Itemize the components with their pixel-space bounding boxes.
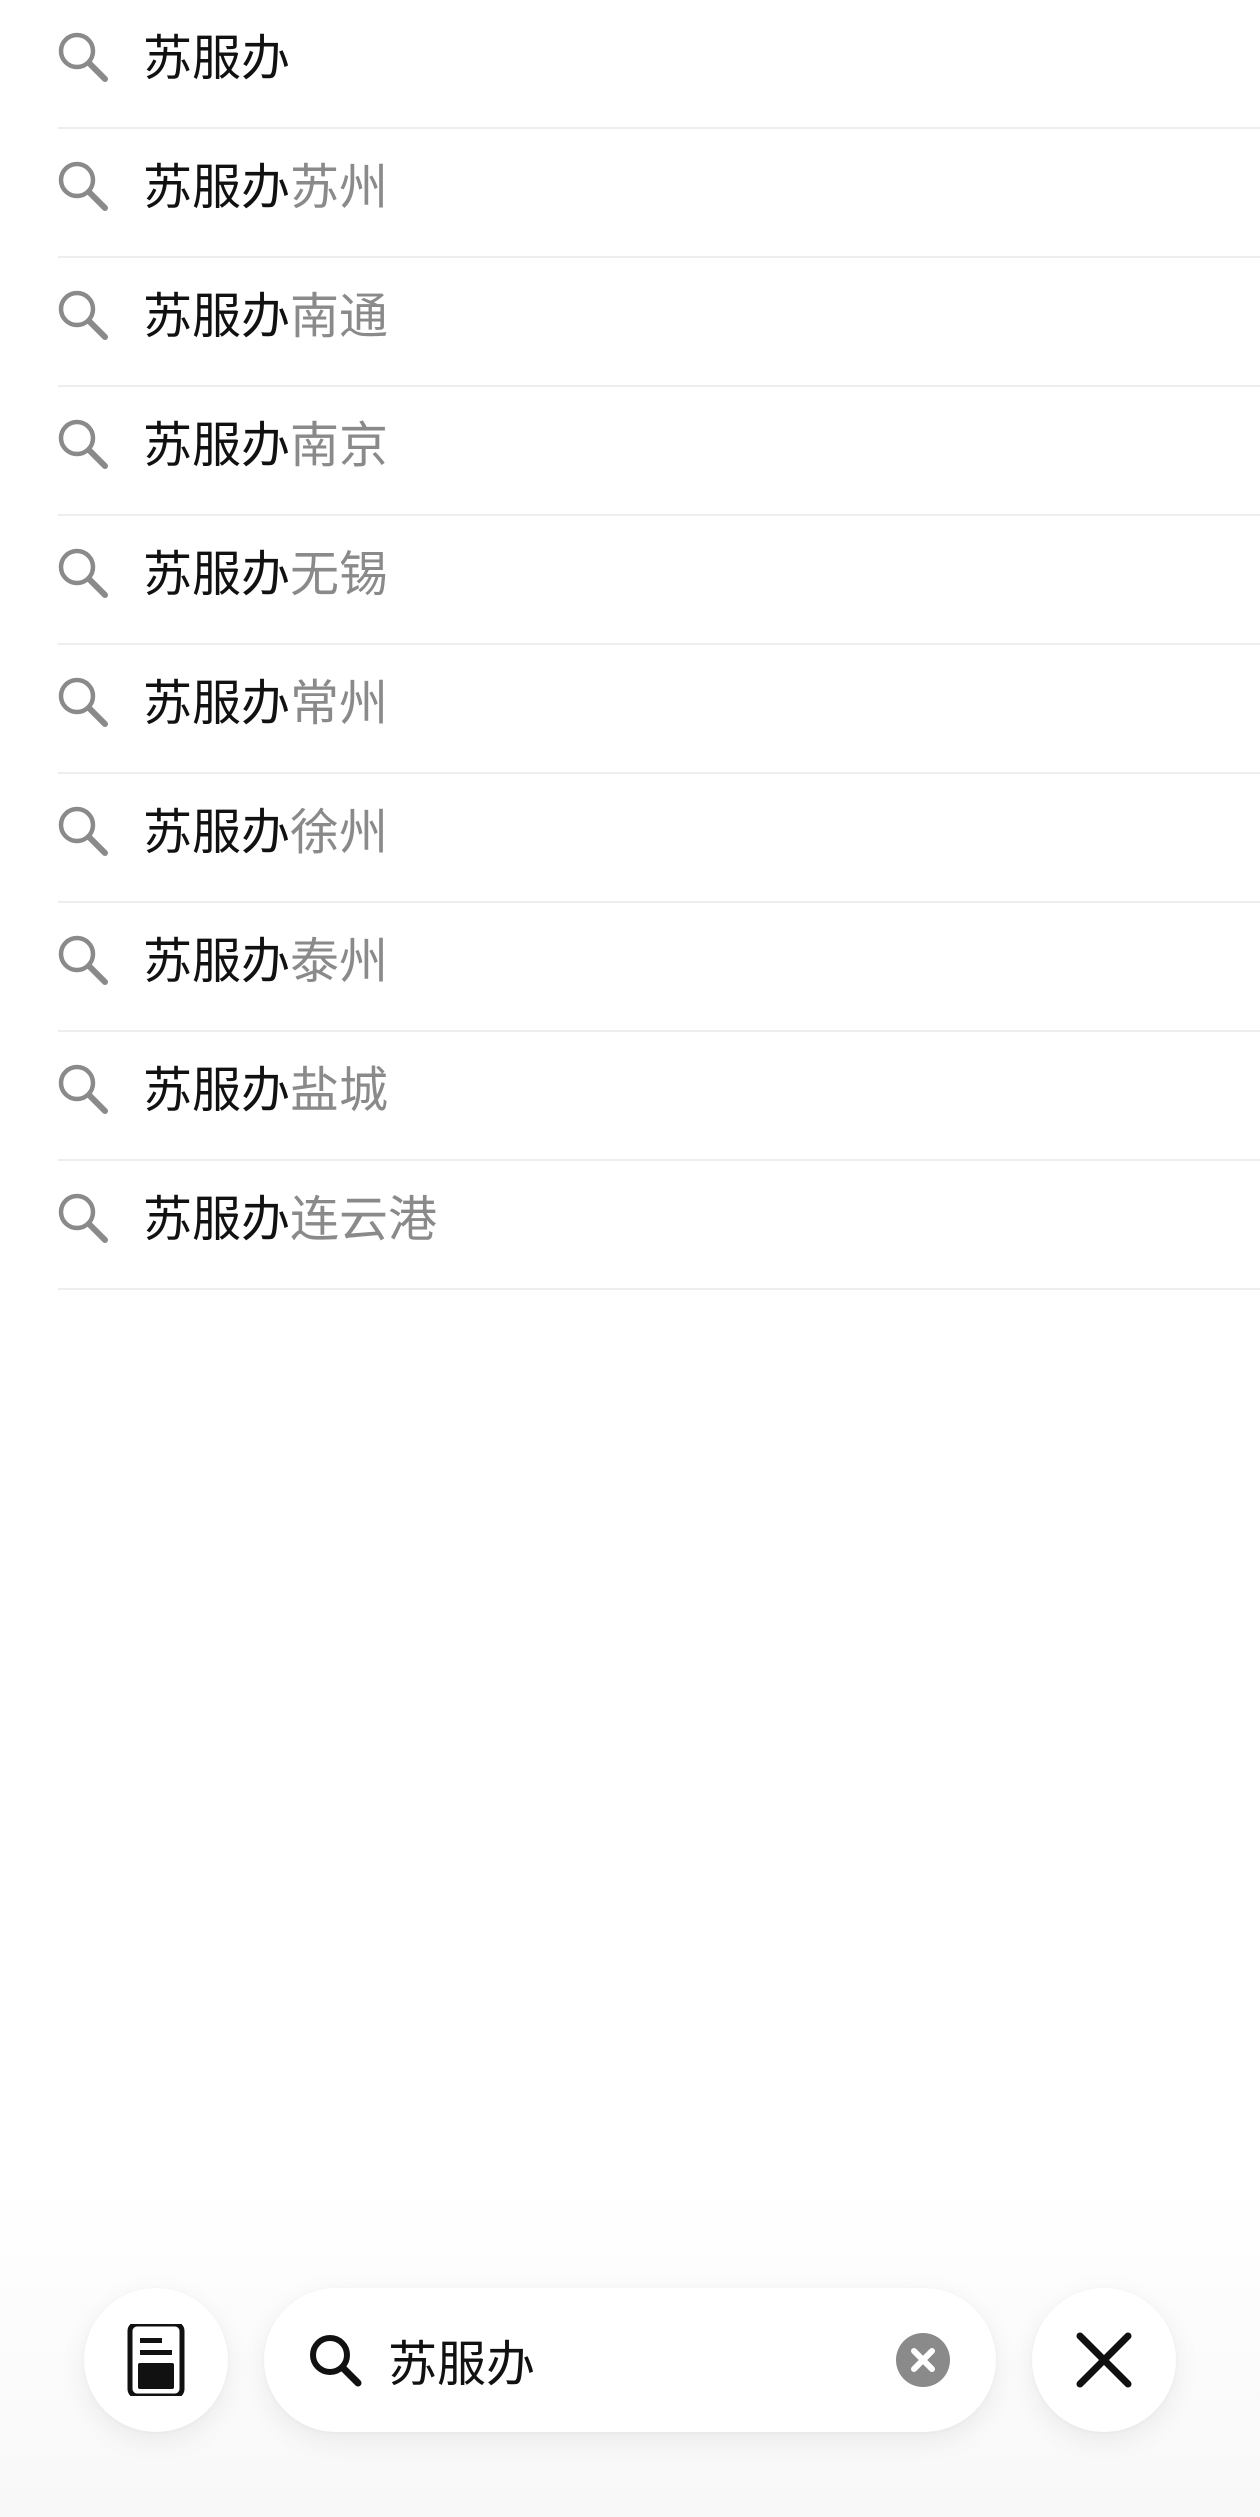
search-icon	[58, 548, 108, 598]
suggestion-item[interactable]: 苏服办连云港	[0, 1161, 1260, 1290]
search-bar[interactable]	[264, 2288, 996, 2432]
suggestion-text: 苏服办泰州	[143, 903, 388, 1021]
clear-icon[interactable]	[896, 2333, 950, 2387]
suggestion-query: 苏服办	[143, 804, 291, 861]
close-button[interactable]	[1032, 2288, 1176, 2432]
suggestion-query: 苏服办	[143, 159, 291, 216]
bottom-bar	[0, 2288, 1260, 2434]
suggestion-item[interactable]: 苏服办泰州	[0, 903, 1260, 1032]
suggestion-item[interactable]: 苏服办	[0, 0, 1260, 129]
suggestion-item[interactable]: 苏服办徐州	[0, 774, 1260, 903]
suggestion-text: 苏服办盐城	[143, 1032, 388, 1150]
tab-switcher-icon	[127, 2324, 185, 2396]
suggestion-text: 苏服办无锡	[143, 516, 388, 634]
suggestion-suffix: 泰州	[290, 933, 389, 990]
suggestion-suffix: 苏州	[290, 159, 389, 216]
suggestion-suffix: 徐州	[290, 804, 389, 861]
suggestion-text: 苏服办徐州	[143, 774, 388, 892]
suggestion-item[interactable]: 苏服办无锡	[0, 516, 1260, 645]
tab-switcher-button[interactable]	[84, 2288, 228, 2432]
suggestion-text: 苏服办	[143, 0, 290, 118]
search-icon	[58, 290, 108, 340]
suggestion-query: 苏服办	[143, 546, 291, 603]
search-icon	[58, 677, 108, 727]
suggestion-query: 苏服办	[143, 417, 291, 474]
suggestion-suffix: 南通	[290, 288, 389, 345]
suggestion-query: 苏服办	[143, 675, 291, 732]
suggestion-query: 苏服办	[143, 30, 291, 87]
search-icon	[58, 419, 108, 469]
suggestion-item[interactable]: 苏服办苏州	[0, 129, 1260, 258]
suggestion-suffix: 无锡	[290, 546, 389, 603]
search-icon	[58, 1064, 108, 1114]
close-icon	[1076, 2332, 1132, 2388]
search-icon	[58, 161, 108, 211]
suggestion-item[interactable]: 苏服办常州	[0, 645, 1260, 774]
search-icon	[58, 935, 108, 985]
suggestion-query: 苏服办	[143, 1191, 291, 1248]
divider	[58, 1288, 1260, 1290]
suggestion-suffix: 连云港	[290, 1191, 438, 1248]
search-icon	[58, 32, 108, 82]
search-icon	[310, 2335, 362, 2387]
suggestion-item[interactable]: 苏服办盐城	[0, 1032, 1260, 1161]
suggestion-query: 苏服办	[143, 933, 291, 990]
suggestion-suffix: 盐城	[290, 1062, 389, 1119]
suggestion-text: 苏服办南京	[143, 387, 388, 505]
suggestion-query: 苏服办	[143, 288, 291, 345]
suggestion-text: 苏服办南通	[143, 258, 388, 376]
suggestion-text: 苏服办常州	[143, 645, 388, 763]
suggestion-list: 苏服办 苏服办苏州 苏服办南通 苏服办南京 苏服办无锡 苏服办常州 苏服办徐州 苏服办泰州 苏服…	[0, 0, 1260, 1290]
suggestion-item[interactable]: 苏服办南京	[0, 387, 1260, 516]
search-icon	[58, 1193, 108, 1243]
suggestion-suffix: 常州	[290, 675, 389, 732]
search-icon	[58, 806, 108, 856]
suggestion-text: 苏服办苏州	[143, 129, 388, 247]
suggestion-item[interactable]: 苏服办南通	[0, 258, 1260, 387]
suggestion-text: 苏服办连云港	[143, 1161, 437, 1279]
search-input[interactable]	[388, 2324, 838, 2396]
suggestion-suffix: 南京	[290, 417, 389, 474]
suggestion-query: 苏服办	[143, 1062, 291, 1119]
